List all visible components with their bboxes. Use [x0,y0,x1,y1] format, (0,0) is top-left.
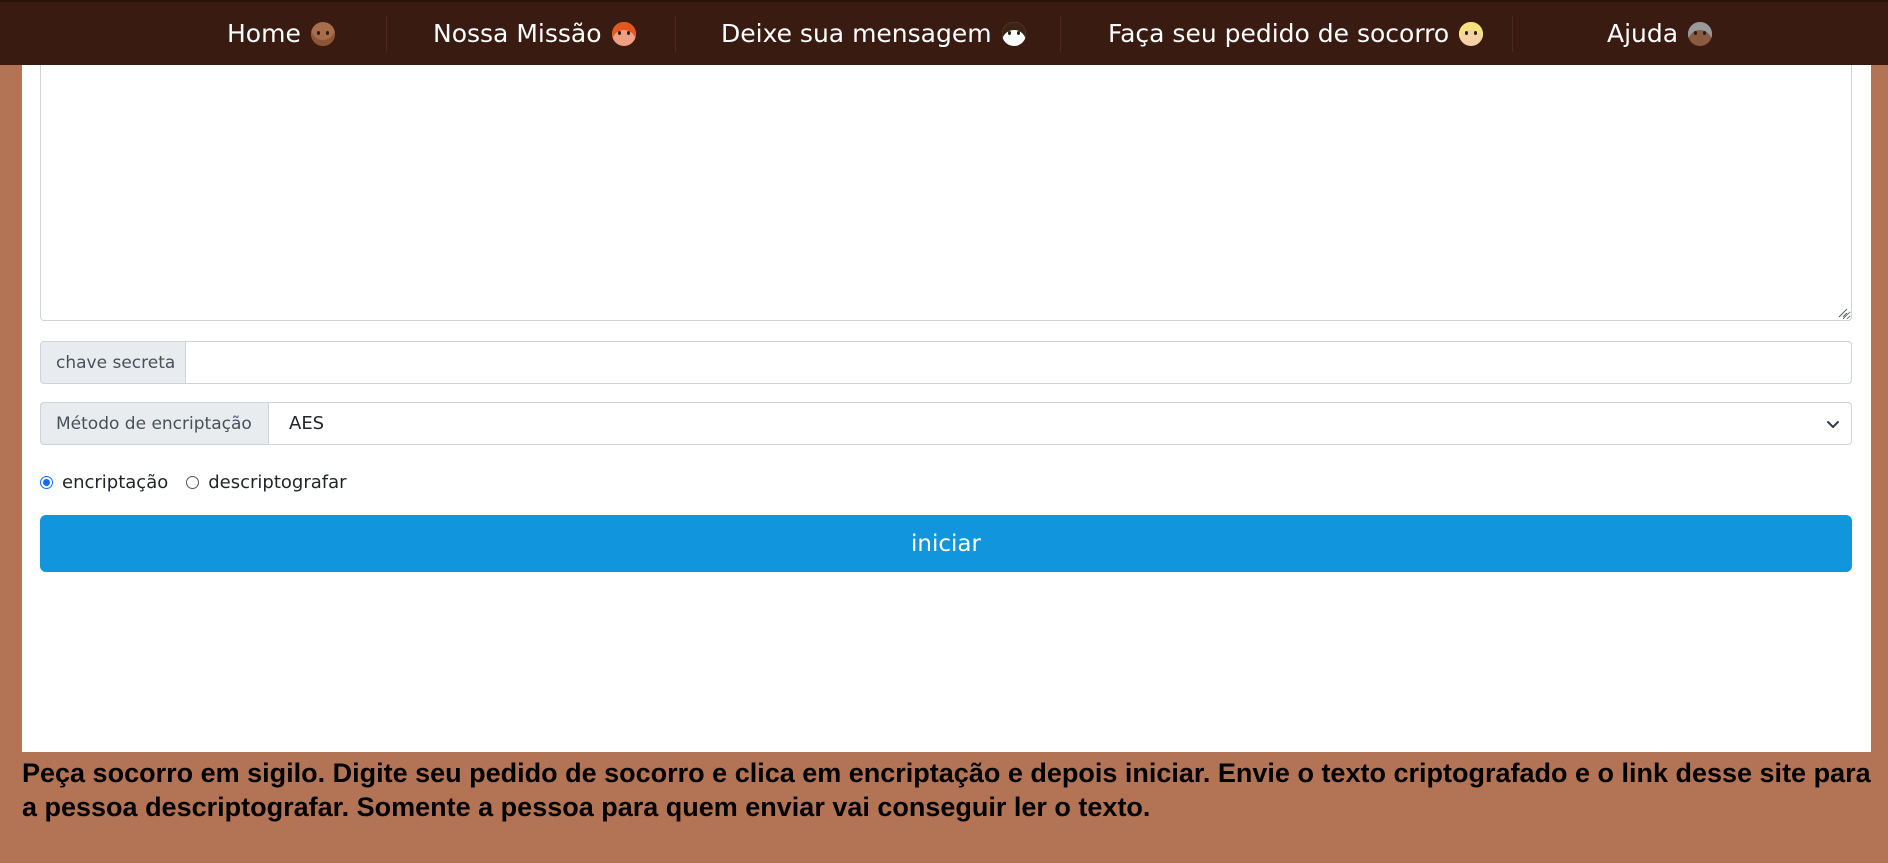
nav-ajuda-label: Ajuda [1607,19,1679,48]
woman-blond-hair-icon [1459,21,1484,46]
woman-red-hair-icon [611,21,636,46]
nav-divider [675,16,676,52]
top-navigation-bar: Home Nossa Missão Deixe sua mensagem Faç… [0,0,1888,65]
secret-key-label: chave secreta [40,341,186,384]
nav-pedido-de-socorro-label: Faça seu pedido de socorro [1108,19,1450,48]
page-margin-strip [1871,65,1888,752]
encryption-method-select[interactable]: AES [269,402,1852,445]
nav-ajuda[interactable]: Ajuda [1607,2,1713,65]
encrypt-radio[interactable] [40,476,53,489]
nav-deixe-sua-mensagem[interactable]: Deixe sua mensagem [721,2,1026,65]
old-woman-face-icon [1688,21,1713,46]
nav-home[interactable]: Home [227,2,335,65]
encryption-method-label: Método de encriptação [40,402,269,445]
nav-divider [1512,16,1513,52]
instructions-text: Peça socorro em sigilo. Digite seu pedid… [22,758,1871,822]
nav-home-label: Home [227,19,301,48]
decrypt-radio[interactable] [186,476,200,489]
nav-nossa-missao-label: Nossa Missão [433,19,602,48]
woman-face-medium-dark-icon [310,21,335,46]
secret-key-group: chave secreta [40,341,1852,384]
start-button[interactable]: iniciar [40,515,1852,572]
nav-divider [386,16,387,52]
decrypt-radio-label[interactable]: descriptografar [208,472,346,493]
nav-pedido-de-socorro[interactable]: Faça seu pedido de socorro [1108,2,1484,65]
encryption-method-group: Método de encriptação AES [40,402,1852,445]
encryption-method-value: AES [289,413,325,434]
resize-grip-icon[interactable] [1836,306,1848,318]
encrypt-radio-label[interactable]: encriptação [62,472,168,493]
nav-nossa-missao[interactable]: Nossa Missão [433,2,636,65]
nav-deixe-sua-mensagem-label: Deixe sua mensagem [721,19,992,48]
chevron-down-icon [1827,420,1839,428]
secret-key-input[interactable] [186,341,1852,384]
nav-divider [1060,16,1061,52]
message-textarea[interactable] [40,65,1852,321]
sheep-face-icon [1001,21,1026,46]
mode-radio-group: encriptação descriptografar [40,472,347,493]
